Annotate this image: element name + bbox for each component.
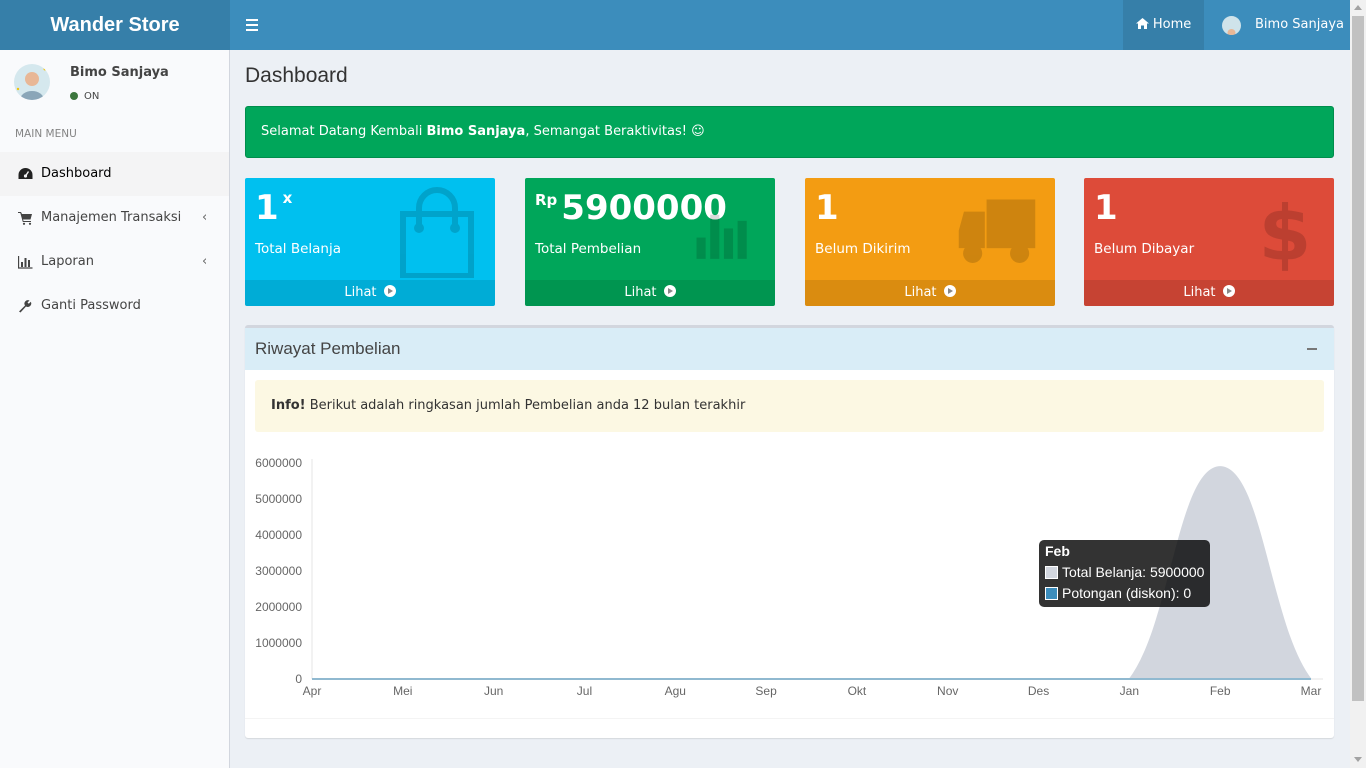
home-icon <box>1135 18 1149 29</box>
sidebar-toggle-icon[interactable] <box>240 13 264 37</box>
history-box-header: Riwayat Pembelian <box>245 328 1334 370</box>
card-belum-dibayar: 1 Belum Dibayar $ Lihat <box>1084 178 1334 306</box>
x-tick-label: Agu <box>665 684 686 698</box>
legend-swatch <box>1045 587 1058 600</box>
card-label: Belum Dikirim <box>815 241 911 257</box>
status-dot-icon <box>70 92 78 100</box>
y-tick-label: 4000000 <box>255 528 302 542</box>
sidebar-item-laporan[interactable]: Laporan ‹ <box>0 240 229 284</box>
arrow-circle-right-icon <box>943 285 956 297</box>
card-belum-dikirim: 1 Belum Dikirim Lihat <box>805 178 1055 306</box>
dashboard-icon <box>18 168 33 179</box>
sidebar-user-name: Bimo Sanjaya <box>70 65 169 80</box>
chevron-left-icon: ‹ <box>202 210 208 225</box>
home-label: Home <box>1152 17 1192 32</box>
scroll-up-icon[interactable] <box>1354 5 1362 10</box>
tooltip-row: Total Belanja: 5900000 <box>1045 564 1204 580</box>
wrench-icon <box>19 300 32 313</box>
svg-text:$: $ <box>1259 188 1312 277</box>
card-footer-link[interactable]: Lihat <box>245 280 495 306</box>
chart-tooltip: Feb Total Belanja: 5900000 Potongan (dis… <box>1039 540 1210 607</box>
card-total-pembelian: Rp 5900000 Total Pembelian Lihat <box>525 178 775 306</box>
card-footer-link[interactable]: Lihat <box>1084 280 1334 306</box>
arrow-circle-right-icon <box>663 285 676 297</box>
page-title: Dashboard <box>245 64 348 87</box>
x-tick-label: Mei <box>393 684 412 698</box>
x-tick-label: Jan <box>1120 684 1139 698</box>
x-tick-label: Nov <box>937 684 958 698</box>
y-tick-label: 6000000 <box>255 456 302 470</box>
y-tick-label: 0 <box>295 672 302 686</box>
shopping-bag-icon <box>400 187 474 278</box>
divider <box>245 718 1334 719</box>
y-tick-label: 1000000 <box>255 636 302 650</box>
x-tick-label: Jun <box>484 684 503 698</box>
card-label: Total Belanja <box>255 241 341 257</box>
card-label: Total Pembelian <box>535 241 642 257</box>
sidebar-item-dashboard[interactable]: Dashboard <box>0 152 229 196</box>
scrollbar-thumb[interactable] <box>1352 16 1364 701</box>
scroll-down-icon[interactable] <box>1354 757 1362 762</box>
card-total-belanja: 1x Total Belanja Lihat <box>245 178 495 306</box>
arrow-circle-right-icon <box>1222 285 1235 297</box>
history-box-title: Riwayat Pembelian <box>255 339 401 358</box>
card-value: 1 <box>1094 188 1118 228</box>
avatar <box>1222 16 1241 35</box>
card-label: Belum Dibayar <box>1094 241 1195 257</box>
y-tick-label: 2000000 <box>255 600 302 614</box>
card-value: 1x <box>255 188 293 228</box>
card-value: 1 <box>815 188 839 228</box>
welcome-alert: Selamat Datang Kembali Bimo Sanjaya, Sem… <box>245 106 1334 158</box>
dollar-icon: $ <box>1259 188 1312 277</box>
legend-swatch <box>1045 566 1058 579</box>
chevron-left-icon: ‹ <box>202 254 208 269</box>
y-tick-label: 3000000 <box>255 564 302 578</box>
sidebar-item-ganti-password[interactable]: Ganti Password <box>0 284 229 328</box>
x-tick-label: Sep <box>755 684 777 698</box>
card-footer-link[interactable]: Lihat <box>805 280 1055 306</box>
x-tick-label: Okt <box>848 684 867 698</box>
cart-icon <box>18 212 32 225</box>
avatar <box>14 64 50 100</box>
card-footer-link[interactable]: Lihat <box>525 280 775 306</box>
tooltip-title: Feb <box>1045 543 1070 559</box>
collapse-minus-icon[interactable] <box>1307 348 1317 350</box>
welcome-user-name: Bimo Sanjaya <box>426 124 526 139</box>
tooltip-row: Potongan (diskon): 0 <box>1045 585 1191 601</box>
info-alert: Info! Berikut adalah ringkasan jumlah Pe… <box>255 380 1324 432</box>
sidebar-item-manajemen-transaksi[interactable]: Manajemen Transaksi ‹ <box>0 196 229 240</box>
x-tick-label: Mar <box>1301 684 1322 698</box>
top-navbar: Wander Store Home Bimo Sanjaya <box>0 0 1366 50</box>
arrow-circle-right-icon <box>383 285 396 297</box>
bar-chart-icon <box>18 256 33 269</box>
x-tick-label: Jul <box>577 684 592 698</box>
y-tick-label: 5000000 <box>255 492 302 506</box>
sidebar-user-panel: Bimo Sanjaya ON <box>0 50 229 115</box>
online-status: ON <box>70 91 99 102</box>
x-tick-label: Des <box>1028 684 1049 698</box>
x-tick-label: Apr <box>303 684 322 698</box>
sidebar-menu: Dashboard Manajemen Transaksi ‹ Laporan … <box>0 152 229 328</box>
page-scrollbar[interactable] <box>1350 0 1366 768</box>
x-tick-label: Feb <box>1210 684 1231 698</box>
bar-chart-icon <box>696 214 747 259</box>
sidebar: Bimo Sanjaya ON MAIN MENU Dashboard Mana… <box>0 50 230 768</box>
menu-header: MAIN MENU <box>15 128 77 140</box>
home-nav-link[interactable]: Home <box>1123 0 1204 50</box>
user-name: Bimo Sanjaya <box>1255 17 1344 32</box>
brand-logo[interactable]: Wander Store <box>0 0 230 50</box>
truck-icon <box>958 199 1036 263</box>
user-menu[interactable]: Bimo Sanjaya <box>1204 0 1350 50</box>
